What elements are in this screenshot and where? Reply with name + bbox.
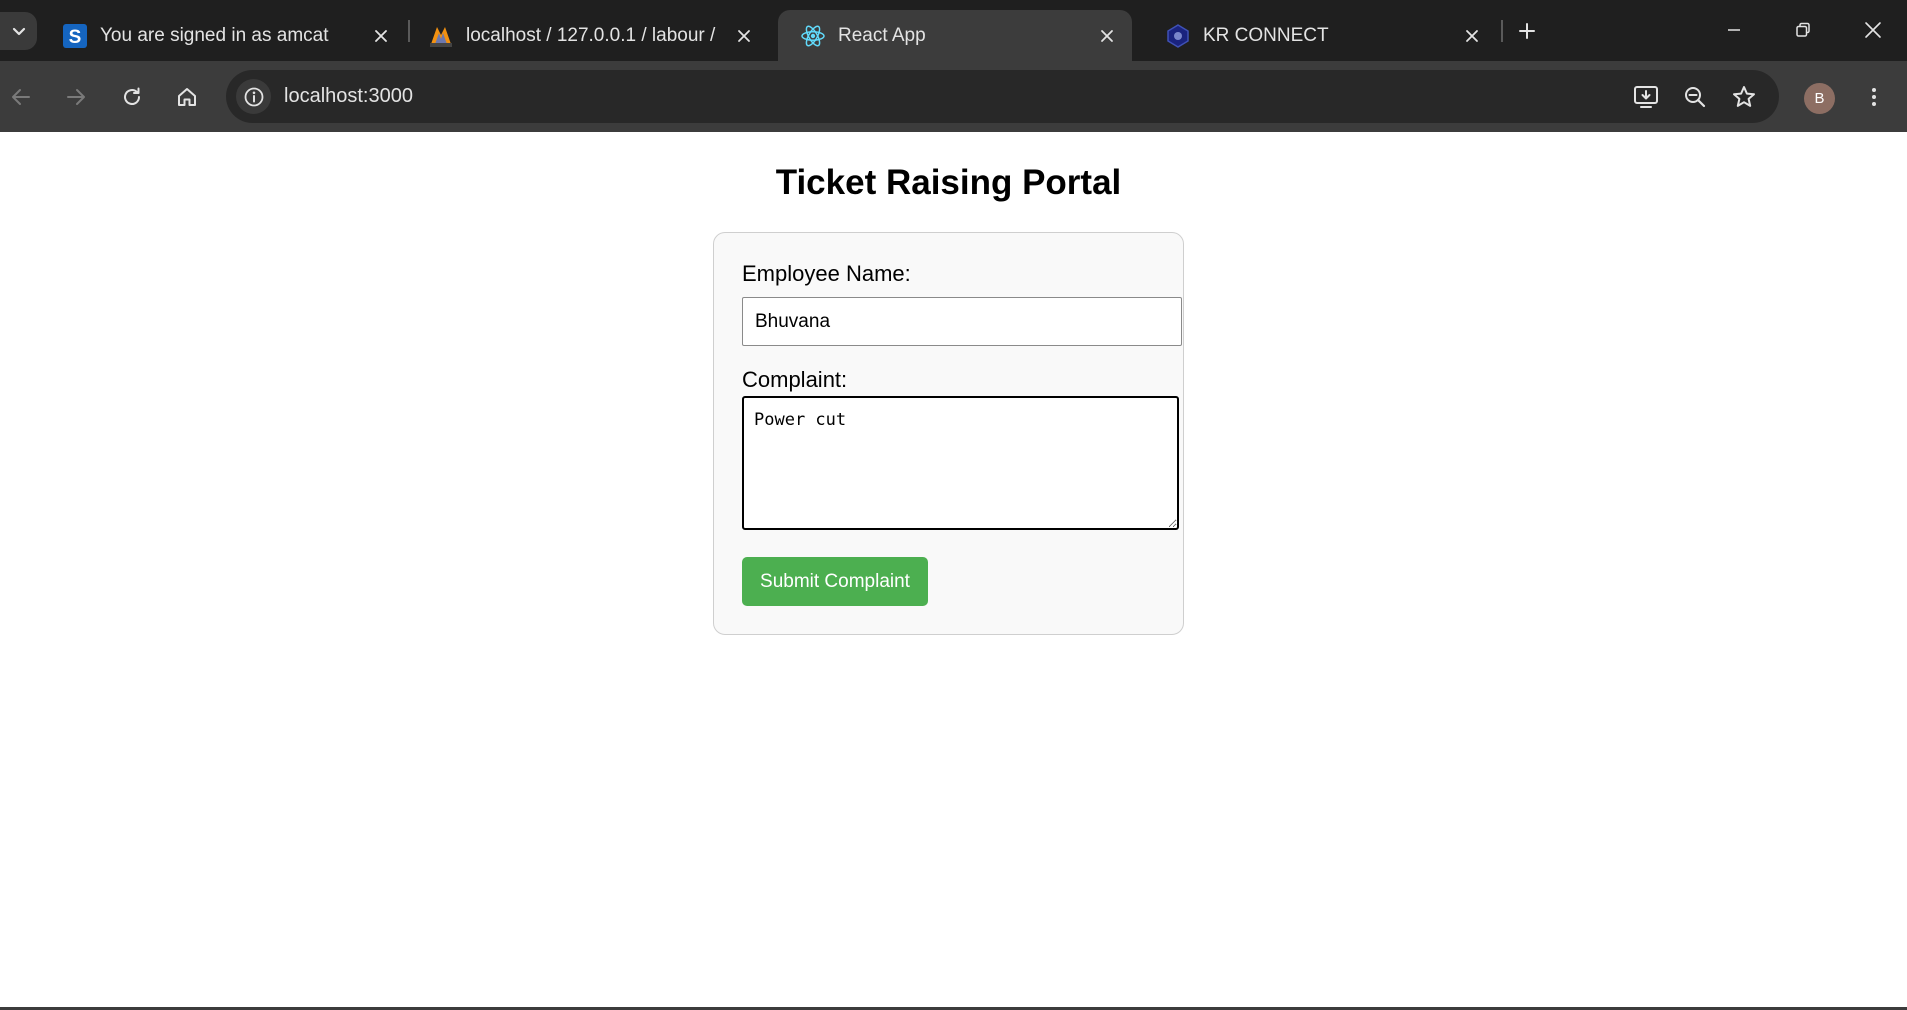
tab-title: You are signed in as amcat bbox=[100, 25, 329, 46]
home-icon bbox=[178, 88, 196, 106]
home-button[interactable] bbox=[170, 80, 204, 114]
svg-text:S: S bbox=[69, 27, 82, 48]
kr-connect-icon bbox=[1165, 23, 1191, 49]
forward-button[interactable] bbox=[59, 80, 93, 114]
tab-strip: S You are signed in as amcat localhost /… bbox=[0, 0, 1907, 61]
complaint-textarea[interactable]: Power cut bbox=[742, 396, 1179, 530]
avatar[interactable]: B bbox=[1804, 83, 1835, 114]
close-icon[interactable] bbox=[1461, 25, 1483, 47]
close-window-button[interactable] bbox=[1853, 12, 1893, 48]
close-icon bbox=[1865, 22, 1881, 38]
phpmyadmin-icon bbox=[428, 23, 454, 49]
restore-icon bbox=[1796, 22, 1810, 37]
tab-title: React App bbox=[838, 25, 926, 46]
more-vert-icon bbox=[1872, 88, 1876, 106]
complaint-label: Complaint: bbox=[742, 367, 848, 392]
plus-icon bbox=[1519, 23, 1535, 39]
install-app-icon[interactable] bbox=[1630, 81, 1662, 113]
bookmark-star-icon[interactable] bbox=[1728, 81, 1760, 113]
reload-icon bbox=[124, 87, 140, 105]
minimize-icon bbox=[1728, 29, 1740, 31]
menu-button[interactable] bbox=[1857, 80, 1891, 114]
zoom-out-icon[interactable] bbox=[1679, 81, 1711, 113]
employee-name-input[interactable] bbox=[742, 297, 1182, 346]
react-icon bbox=[800, 23, 826, 49]
employee-name-label: Employee Name: bbox=[742, 261, 911, 286]
new-tab-button[interactable] bbox=[1512, 16, 1542, 46]
browser-toolbar: localhost:3000 bbox=[0, 61, 1907, 132]
tab-separator bbox=[1501, 20, 1503, 42]
site-info-icon[interactable] bbox=[236, 79, 271, 114]
complaint-form: Employee Name: Complaint: Power cut Subm… bbox=[713, 232, 1184, 635]
s-letter-icon: S bbox=[62, 23, 88, 49]
minimize-button[interactable] bbox=[1714, 12, 1754, 48]
arrow-right-icon bbox=[67, 89, 85, 105]
address-bar[interactable]: localhost:3000 bbox=[226, 70, 1779, 123]
tab-search-button[interactable] bbox=[0, 12, 37, 50]
tab-phpmyadmin[interactable]: localhost / 127.0.0.1 / labour / l bbox=[406, 10, 771, 61]
restore-button[interactable] bbox=[1783, 12, 1823, 48]
page-title: Ticket Raising Portal bbox=[775, 163, 1122, 202]
tab-react-app[interactable]: React App bbox=[778, 10, 1132, 61]
tab-amcat[interactable]: S You are signed in as amcat bbox=[40, 10, 405, 61]
tab-title: KR CONNECT bbox=[1203, 25, 1329, 46]
back-button[interactable] bbox=[4, 80, 38, 114]
reload-button[interactable] bbox=[115, 80, 149, 114]
tab-title: localhost / 127.0.0.1 / labour / l bbox=[466, 25, 720, 46]
arrow-left-icon bbox=[12, 89, 30, 105]
close-icon[interactable] bbox=[370, 25, 392, 47]
tab-kr-connect[interactable]: KR CONNECT bbox=[1143, 10, 1497, 61]
submit-complaint-button[interactable]: Submit Complaint bbox=[742, 557, 928, 606]
chevron-down-icon bbox=[12, 27, 25, 36]
close-icon[interactable] bbox=[1096, 25, 1118, 47]
close-icon[interactable] bbox=[733, 25, 755, 47]
url-text[interactable]: localhost:3000 bbox=[284, 70, 413, 123]
